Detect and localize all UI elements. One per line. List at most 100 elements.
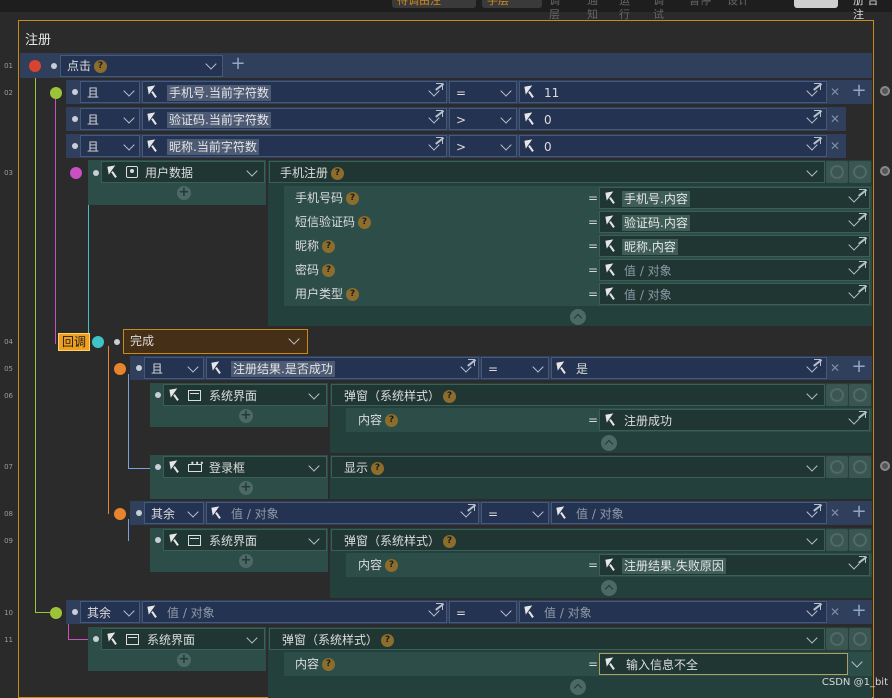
clock-icon[interactable] xyxy=(849,384,871,406)
delete-condition-icon[interactable]: ✕ xyxy=(830,86,840,98)
expand-icon[interactable] xyxy=(433,603,443,611)
drag-handle-icon[interactable] xyxy=(72,89,78,95)
refresh-icon[interactable] xyxy=(826,456,848,478)
breakpoint-icon[interactable] xyxy=(880,86,890,96)
logic-select[interactable]: 其余 xyxy=(80,601,140,623)
expand-icon[interactable] xyxy=(433,110,443,118)
event-select[interactable]: 点击? xyxy=(60,55,223,77)
expand-icon[interactable] xyxy=(856,261,866,269)
help-icon[interactable]: ? xyxy=(322,264,336,277)
add-condition-button[interactable]: + xyxy=(849,602,869,622)
drag-handle-icon[interactable] xyxy=(93,170,99,176)
delete-condition-icon[interactable]: ✕ xyxy=(830,606,840,618)
action-target-select[interactable]: 系统界面 xyxy=(163,384,327,406)
drag-handle-icon[interactable] xyxy=(51,63,57,69)
delete-condition-icon[interactable]: ✕ xyxy=(830,362,840,374)
add-action-button[interactable]: + xyxy=(177,186,191,200)
collapse-icon[interactable] xyxy=(50,607,62,619)
toolbar-chip[interactable]: 调试 xyxy=(648,0,678,21)
action-target-select[interactable]: 系统界面 xyxy=(101,628,265,650)
collapse-params-icon[interactable] xyxy=(570,309,586,325)
toolbar-chip[interactable]: 通知 xyxy=(582,0,606,21)
logic-select[interactable]: 且 xyxy=(80,81,140,103)
help-icon[interactable]: ? xyxy=(385,559,399,572)
toolbar-chip[interactable] xyxy=(794,0,838,8)
condition-left-field[interactable]: 值 / 对象 xyxy=(142,601,447,623)
drag-handle-icon[interactable] xyxy=(114,339,120,345)
param-value-field[interactable]: 注册结果.失败原因 xyxy=(599,554,870,576)
drag-handle-icon[interactable] xyxy=(155,392,161,398)
collapse-icon[interactable] xyxy=(114,508,126,520)
refresh-icon[interactable] xyxy=(826,529,848,551)
drag-handle-icon[interactable] xyxy=(136,510,142,516)
toolbar-chip[interactable]: 手层 xyxy=(482,0,542,8)
collapse-params-icon[interactable] xyxy=(570,679,586,695)
operator-select[interactable]: = xyxy=(481,357,549,379)
add-action-button[interactable]: + xyxy=(239,481,253,495)
toolbar-chip[interactable]: 调层 xyxy=(544,0,574,21)
help-icon[interactable]: ? xyxy=(322,658,336,671)
help-icon[interactable]: ? xyxy=(381,634,395,647)
logic-select[interactable]: 且 xyxy=(80,108,140,130)
condition-left-field[interactable]: 昵称.当前字符数 xyxy=(142,135,447,157)
action-target-select[interactable]: 登录框 xyxy=(163,456,327,478)
condition-right-field[interactable]: 是 xyxy=(551,357,827,379)
condition-left-field[interactable]: 验证码.当前字符数 xyxy=(142,108,447,130)
drag-handle-icon[interactable] xyxy=(155,537,161,543)
collapse-icon[interactable] xyxy=(70,167,82,179)
help-icon[interactable]: ? xyxy=(94,60,108,73)
logic-select[interactable]: 且 xyxy=(80,135,140,157)
expand-icon[interactable] xyxy=(856,556,866,564)
drag-handle-icon[interactable] xyxy=(72,116,78,122)
clock-icon[interactable] xyxy=(849,456,871,478)
collapse-icon[interactable] xyxy=(29,60,41,72)
logic-select[interactable]: 其余 xyxy=(144,502,204,524)
param-value-field[interactable]: 昵称.内容 xyxy=(599,235,870,257)
add-condition-button[interactable]: + xyxy=(849,503,869,523)
operator-select[interactable]: > xyxy=(449,135,517,157)
add-action-button[interactable]: + xyxy=(177,653,191,667)
condition-left-field[interactable]: 注册结果.是否成功 xyxy=(206,357,479,379)
collapse-params-icon[interactable] xyxy=(601,580,617,596)
collapse-icon[interactable] xyxy=(92,336,104,348)
help-icon[interactable]: ? xyxy=(346,288,360,301)
action-target-select[interactable]: 用户数据 xyxy=(101,161,265,183)
action-target-select[interactable]: 系统界面 xyxy=(163,529,327,551)
action-method-select[interactable]: 显示? xyxy=(331,456,825,478)
help-icon[interactable]: ? xyxy=(443,535,457,548)
operator-select[interactable]: = xyxy=(449,601,517,623)
condition-left-field[interactable]: 手机号.当前字符数 xyxy=(142,81,447,103)
help-icon[interactable]: ? xyxy=(331,167,345,180)
condition-right-field[interactable]: 11 xyxy=(519,81,827,103)
expand-icon[interactable] xyxy=(433,137,443,145)
expand-icon[interactable] xyxy=(433,83,443,91)
add-event-button[interactable]: + xyxy=(228,55,248,75)
drag-handle-icon[interactable] xyxy=(72,143,78,149)
action-method-select[interactable]: 手机注册? xyxy=(269,161,825,183)
expand-icon[interactable] xyxy=(856,285,866,293)
clock-icon[interactable] xyxy=(849,628,871,650)
expand-icon[interactable] xyxy=(465,504,475,512)
condition-right-field[interactable]: 0 xyxy=(519,108,827,130)
refresh-icon[interactable] xyxy=(826,161,848,183)
add-condition-button[interactable]: + xyxy=(849,82,869,102)
operator-select[interactable]: = xyxy=(481,502,549,524)
param-value-field[interactable]: 手机号.内容 xyxy=(599,187,870,209)
expand-icon[interactable] xyxy=(856,189,866,197)
drag-handle-icon[interactable] xyxy=(72,609,78,615)
clock-icon[interactable] xyxy=(849,161,871,183)
expand-icon[interactable] xyxy=(811,603,821,611)
add-action-button[interactable]: + xyxy=(239,554,253,568)
add-condition-button[interactable]: + xyxy=(849,358,869,378)
toolbar-chip[interactable]: 设计 xyxy=(722,0,756,8)
expand-icon[interactable] xyxy=(811,83,821,91)
param-value-field[interactable]: 值 / 对象 xyxy=(599,259,870,281)
collapse-params-icon[interactable] xyxy=(601,435,617,451)
condition-right-field[interactable]: 值 / 对象 xyxy=(551,502,827,524)
param-value-field[interactable]: 值 / 对象 xyxy=(599,283,870,305)
refresh-icon[interactable] xyxy=(826,628,848,650)
param-value-field[interactable]: 注册成功 xyxy=(599,409,870,431)
logic-select[interactable]: 且 xyxy=(144,357,204,379)
expand-icon[interactable] xyxy=(856,237,866,245)
refresh-icon[interactable] xyxy=(826,384,848,406)
